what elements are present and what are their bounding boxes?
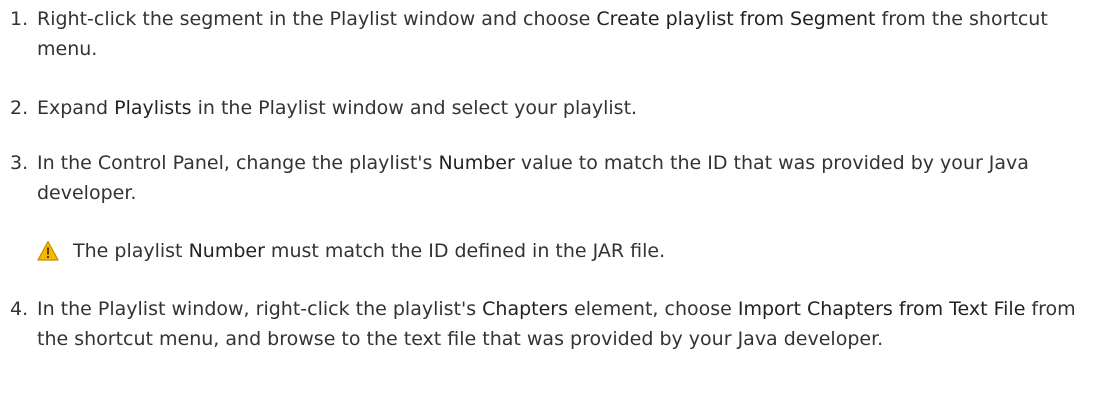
step-text: In the Control Panel, change the playlis… — [37, 148, 1112, 208]
step-text: Expand Playlists in the Playlist window … — [37, 93, 1112, 123]
step-text-part: Expand — [37, 97, 115, 119]
step-text: In the Playlist window, right-click the … — [37, 294, 1112, 354]
ui-label: Number — [188, 240, 265, 262]
step-text-part: in the Playlist window and select your p… — [191, 97, 638, 119]
warning-icon — [37, 240, 59, 261]
step-number: 1. — [10, 8, 29, 30]
ui-label: Number — [438, 152, 515, 174]
note-text-part: must match the ID defined in the JAR fil… — [264, 240, 666, 262]
ui-label: Create playlist from Segment — [596, 8, 876, 30]
step-text-part: In the Control Panel, change the playlis… — [37, 152, 439, 174]
step-text: Right-click the segment in the Playlist … — [37, 4, 1112, 64]
ui-label: Chapters — [482, 298, 569, 320]
step-number: 3. — [10, 152, 29, 174]
step-number: 2. — [10, 97, 29, 119]
step-text-part: Right-click the segment in the Playlist … — [37, 8, 597, 30]
ui-label: Playlists — [114, 97, 192, 119]
step-text-part: element, choose — [568, 298, 738, 320]
step-number: 4. — [10, 298, 29, 320]
note-text-part: The playlist — [73, 240, 189, 262]
note-text: The playlist Number must match the ID de… — [73, 236, 665, 266]
ui-label: Import Chapters from Text File — [737, 298, 1026, 320]
step-text-part: In the Playlist window, right-click the … — [37, 298, 483, 320]
